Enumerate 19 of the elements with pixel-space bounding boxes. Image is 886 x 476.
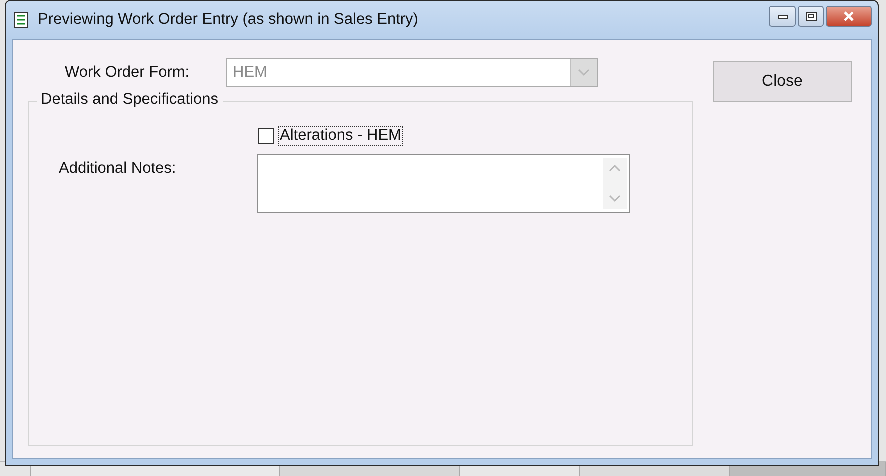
notes-field[interactable] xyxy=(257,154,630,213)
field-label: Work Order Form: xyxy=(64,64,191,82)
window-title: Previewing Work Order Entry (as shown in Sales Entry) xyxy=(38,11,420,29)
maximize-icon xyxy=(806,12,816,21)
form-icon xyxy=(14,12,28,28)
group-title: Details and Specifications xyxy=(37,91,222,109)
maximize-button[interactable] xyxy=(798,6,824,27)
scroll-up-icon xyxy=(609,164,621,172)
chevron-down-icon xyxy=(578,68,590,76)
scrollbar[interactable] xyxy=(603,158,627,209)
close-icon xyxy=(843,11,855,22)
field-label: Additional Notes: xyxy=(58,160,178,178)
checkbox[interactable] xyxy=(258,128,274,144)
minimize-button[interactable] xyxy=(769,6,796,27)
checkbox-label[interactable]: Alterations - HEM xyxy=(278,126,404,146)
close-window-button[interactable] xyxy=(826,6,872,27)
minimize-icon xyxy=(778,14,788,18)
scroll-down-icon xyxy=(609,195,621,203)
close-button[interactable]: Close xyxy=(713,61,852,102)
